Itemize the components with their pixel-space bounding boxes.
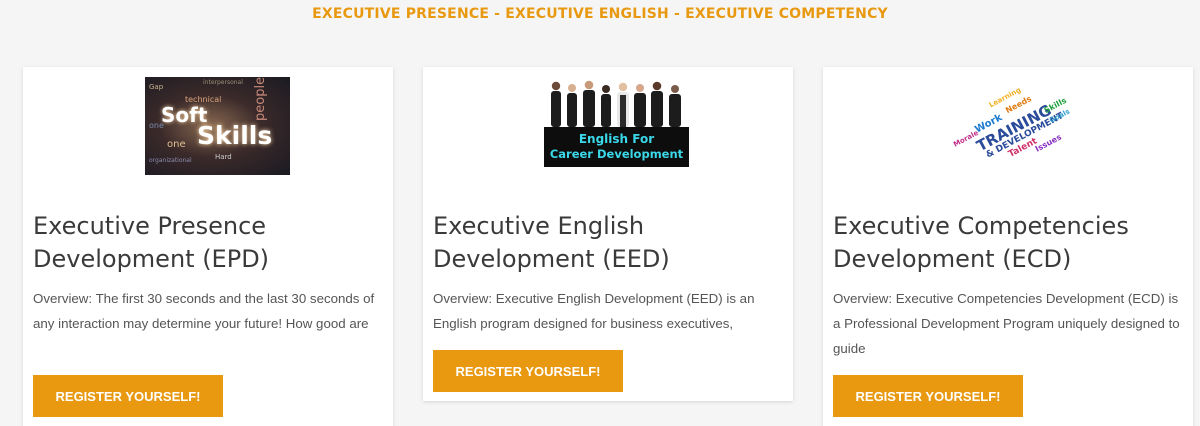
image-word: interpersonal	[203, 79, 243, 86]
word-cloud: TRAINING & DEVELOPMENT Talent Work Needs…	[945, 77, 1090, 175]
soft-skills-image: Gap interpersonal technical people Soft …	[145, 77, 290, 175]
register-button[interactable]: REGISTER YOURSELF!	[33, 375, 223, 417]
card-overview: Overview: Executive Competencies Develop…	[833, 291, 1180, 356]
image-word: Issues	[1033, 132, 1063, 154]
banner-line-2: Career Development	[549, 147, 684, 161]
training-development-image: TRAINING & DEVELOPMENT Talent Work Needs…	[945, 77, 1090, 175]
english-career-banner: English For Career Development	[544, 127, 689, 167]
image-word: Gap	[149, 83, 164, 91]
image-word: one	[167, 139, 186, 150]
image-word: Skills	[197, 121, 273, 150]
card-title: Executive Competencies Development (ECD)	[833, 212, 1129, 273]
card-title: Executive English Development (EED)	[433, 212, 670, 273]
page-headline: EXECUTIVE PRESENCE - EXECUTIVE ENGLISH -…	[312, 6, 888, 22]
business-people-illustration	[551, 80, 681, 127]
card-overview: Overview: Executive English Development …	[433, 291, 755, 331]
banner-line-1: English For	[578, 132, 655, 146]
card-overview: Overview: The first 30 seconds and the l…	[33, 291, 375, 331]
course-card-epd: Gap interpersonal technical people Soft …	[23, 67, 393, 426]
course-card-eed: English For Career Development Executive…	[423, 67, 793, 401]
register-button[interactable]: REGISTER YOURSELF!	[433, 350, 623, 392]
image-word: people	[253, 77, 268, 121]
register-button[interactable]: REGISTER YOURSELF!	[833, 375, 1023, 417]
course-card-ecd: TRAINING & DEVELOPMENT Talent Work Needs…	[823, 67, 1193, 426]
image-word: Hard	[215, 153, 232, 161]
english-career-image: English For Career Development	[544, 77, 689, 175]
card-title: Executive Presence Development (EPD)	[33, 212, 270, 273]
image-word: organizational	[149, 157, 192, 164]
image-word: one	[149, 121, 164, 130]
